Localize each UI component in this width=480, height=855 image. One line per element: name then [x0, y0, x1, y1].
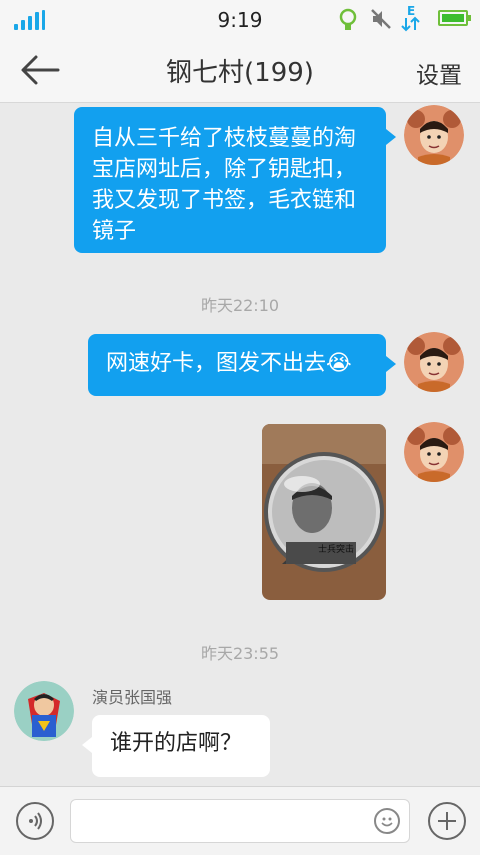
status-bar: 9:19 E	[0, 0, 480, 38]
sender-avatar[interactable]	[14, 681, 74, 741]
message-text: 谁开的店啊？	[110, 731, 243, 756]
more-options-button[interactable]	[428, 802, 466, 840]
message-bubble-outgoing[interactable]: 网速好卡，图发不出去😭	[88, 334, 396, 396]
image-message[interactable]: 士兵突击	[262, 424, 386, 600]
photo-caption: 士兵突击	[318, 543, 354, 555]
smiley-icon	[381, 817, 393, 827]
voice-input-button[interactable]	[16, 802, 54, 840]
svg-text:E: E	[407, 4, 415, 18]
data-network-icon: E	[401, 4, 420, 32]
timestamp: 昨天22:10	[200, 296, 280, 315]
battery-icon	[438, 10, 471, 26]
mute-icon	[371, 9, 391, 29]
lightbulb-icon	[339, 8, 357, 30]
sender-name: 演员张国强	[92, 688, 173, 707]
nav-bar: 钢七村(199) 设置	[0, 38, 480, 103]
chat-title: 钢七村(199)	[166, 58, 314, 88]
my-avatar[interactable]	[404, 332, 464, 392]
message-input[interactable]	[70, 799, 410, 843]
voice-wave-icon	[29, 812, 42, 830]
timestamp: 昨天23:55	[200, 644, 280, 663]
message-bubble-incoming[interactable]: 谁开的店啊？	[82, 715, 270, 777]
emoji-button[interactable]	[374, 808, 400, 834]
input-bar	[0, 786, 480, 855]
message-text: 网速好卡，图发不出去😭	[106, 351, 352, 376]
mirror-photo: 士兵突击	[262, 424, 386, 600]
plus-icon	[438, 812, 456, 830]
message-text: 自从三千给了枝枝蔓蔓的淘宝店网址后，除了钥匙扣，我又发现了书签，毛衣链和镜子	[92, 126, 357, 244]
settings-button[interactable]: 设置	[416, 56, 462, 90]
my-avatar[interactable]	[404, 105, 464, 165]
my-avatar[interactable]	[404, 422, 464, 482]
chat-area[interactable]: 自从三千给了枝枝蔓蔓的淘宝店网址后，除了钥匙扣，我又发现了书签，毛衣链和镜子 昨…	[0, 103, 480, 786]
message-bubble-outgoing[interactable]: 自从三千给了枝枝蔓蔓的淘宝店网址后，除了钥匙扣，我又发现了书签，毛衣链和镜子	[74, 107, 396, 253]
